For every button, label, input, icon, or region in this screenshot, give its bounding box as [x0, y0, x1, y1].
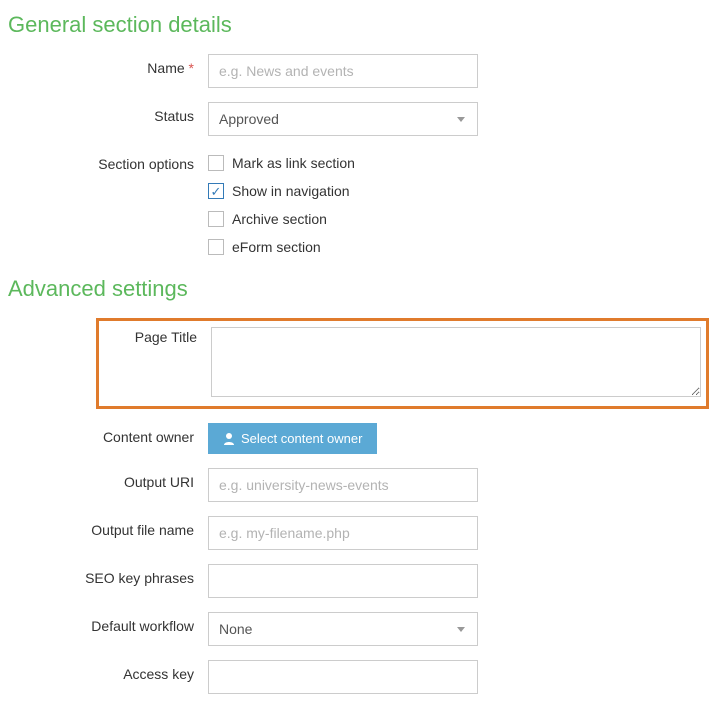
access-key-field[interactable]	[208, 660, 478, 694]
checkbox-label: eForm section	[232, 239, 321, 255]
label-output-uri: Output URI	[8, 468, 208, 490]
select-content-owner-button[interactable]: Select content owner	[208, 423, 377, 454]
checkbox-label: Archive section	[232, 211, 327, 227]
option-show-nav: ✓ Show in navigation	[208, 178, 355, 204]
checkbox-label: Show in navigation	[232, 183, 350, 199]
required-mark: *	[189, 60, 194, 76]
seo-field[interactable]	[208, 564, 478, 598]
label-section-options: Section options	[8, 150, 208, 172]
chevron-down-icon	[457, 627, 465, 632]
label-status: Status	[8, 102, 208, 124]
name-field[interactable]	[208, 54, 478, 88]
heading-general: General section details	[8, 12, 713, 38]
output-filename-field[interactable]	[208, 516, 478, 550]
label-default-workflow: Default workflow	[8, 612, 208, 634]
checkbox-label: Mark as link section	[232, 155, 355, 171]
option-eform: eForm section	[208, 234, 355, 260]
chevron-down-icon	[457, 117, 465, 122]
label-page-title: Page Title	[99, 327, 211, 345]
checkbox-show-nav[interactable]: ✓	[208, 183, 224, 199]
default-workflow-select[interactable]: None	[208, 612, 478, 646]
status-selected-value: Approved	[219, 111, 279, 127]
label-content-owner: Content owner	[8, 423, 208, 445]
user-icon	[223, 432, 235, 445]
label-output-filename: Output file name	[8, 516, 208, 538]
page-title-field[interactable]	[211, 327, 701, 397]
label-name: Name *	[8, 54, 208, 76]
checkbox-mark-link[interactable]	[208, 155, 224, 171]
label-access-key: Access key	[8, 660, 208, 682]
button-label: Select content owner	[241, 431, 362, 446]
workflow-selected-value: None	[219, 621, 252, 637]
option-archive: Archive section	[208, 206, 355, 232]
option-mark-link: Mark as link section	[208, 150, 355, 176]
page-title-highlight: Page Title	[96, 318, 709, 409]
checkbox-eform[interactable]	[208, 239, 224, 255]
status-select[interactable]: Approved	[208, 102, 478, 136]
checkbox-archive[interactable]	[208, 211, 224, 227]
heading-advanced: Advanced settings	[8, 276, 713, 302]
output-uri-field[interactable]	[208, 468, 478, 502]
label-seo: SEO key phrases	[8, 564, 208, 586]
